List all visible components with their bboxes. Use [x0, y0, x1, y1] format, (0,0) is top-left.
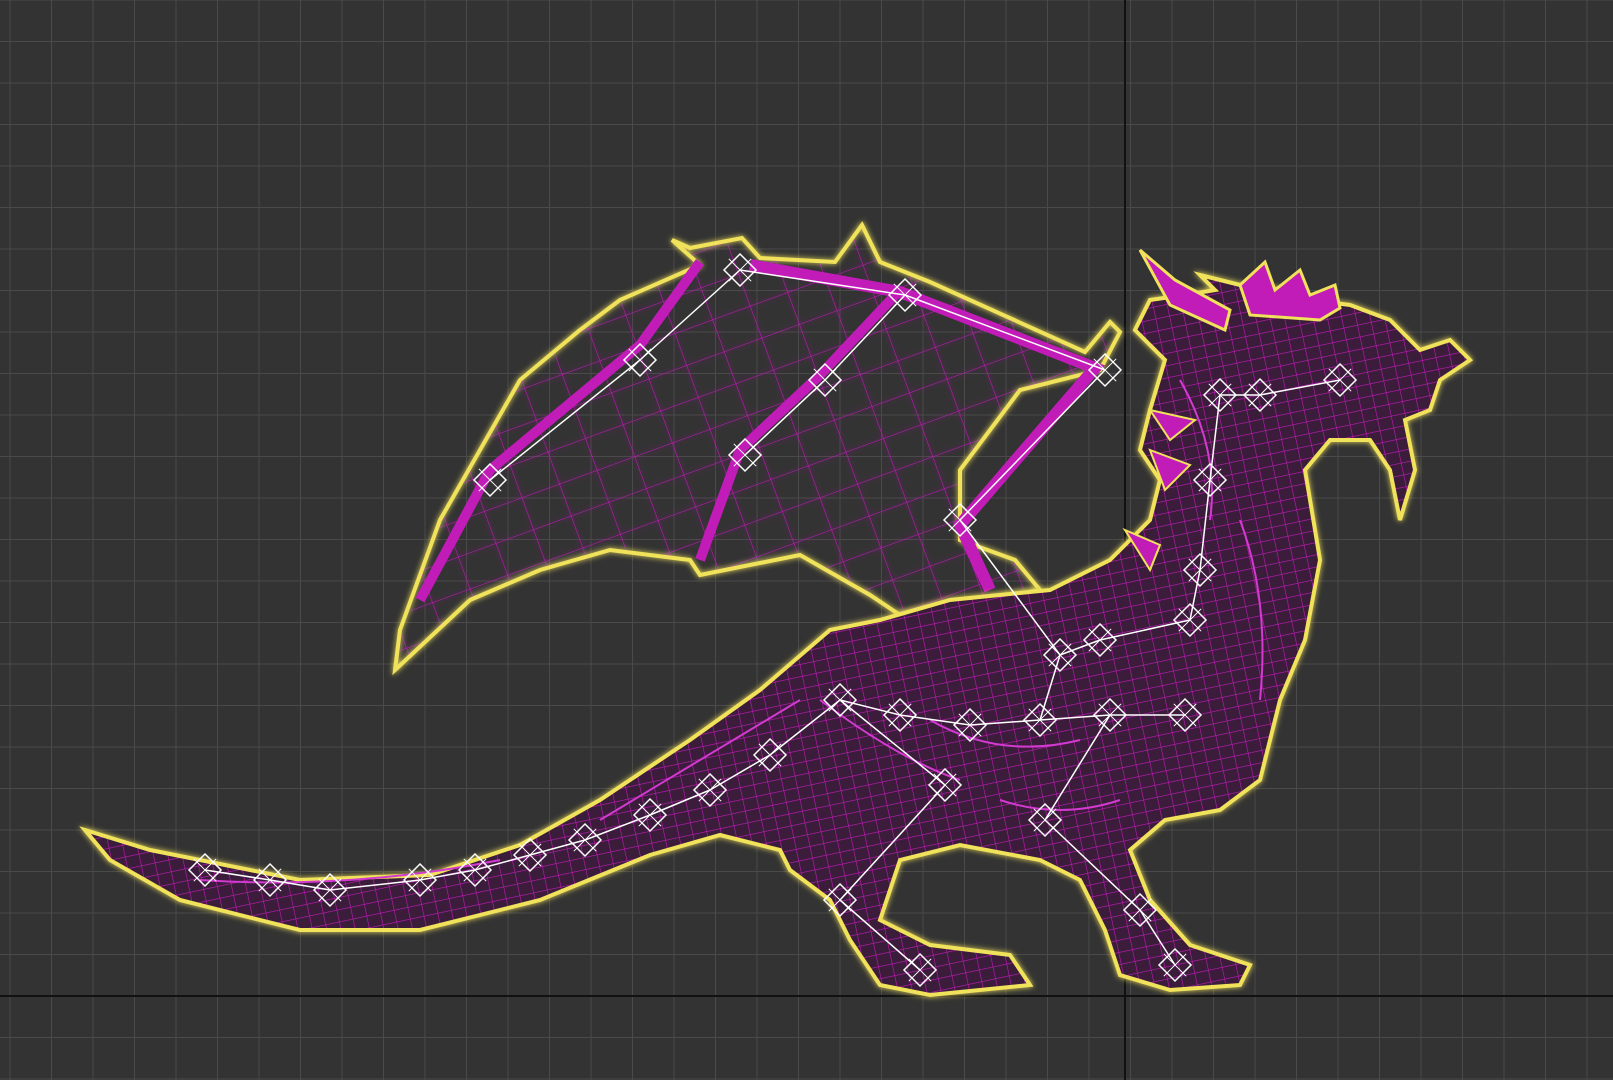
- dragon-wireframe-model[interactable]: [0, 0, 1613, 1080]
- head-spikes: [1238, 259, 1342, 322]
- viewport-3d[interactable]: [0, 0, 1613, 1080]
